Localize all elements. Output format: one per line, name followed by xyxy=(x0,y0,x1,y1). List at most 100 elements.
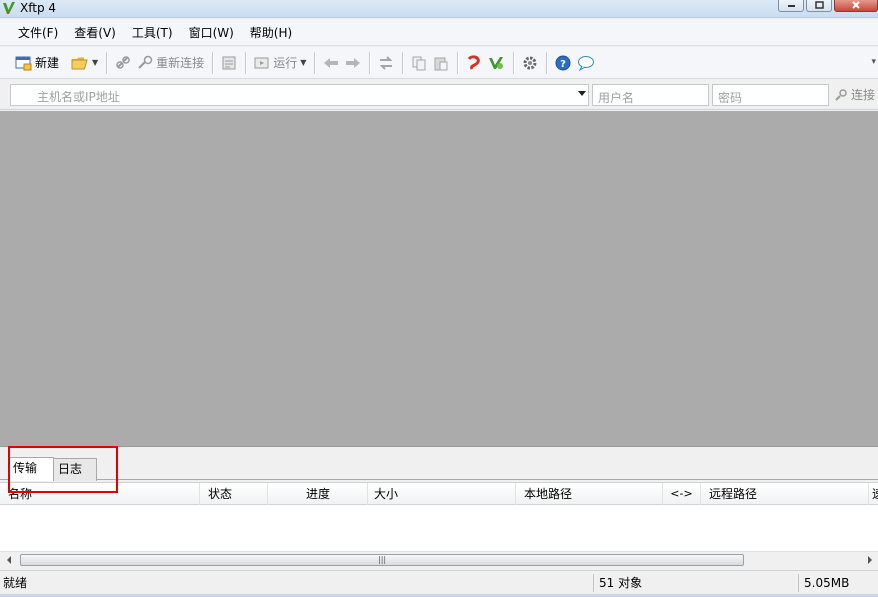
chevron-down-icon: ▼ xyxy=(300,58,307,67)
status-bar: 就绪 51 对象 5.05MB xyxy=(0,570,878,594)
transfer-list-header: 名称 状态 进度 大小 本地路径 <-> 远程路径 速 xyxy=(0,483,878,505)
chat-button[interactable] xyxy=(574,51,598,75)
menu-file[interactable]: 文件(F) xyxy=(10,20,66,46)
column-header-local-path[interactable]: 本地路径 xyxy=(516,483,663,505)
toolbar-separator xyxy=(106,51,108,74)
reconnect-button[interactable]: 重新连接 xyxy=(134,51,207,75)
close-button[interactable] xyxy=(834,0,878,12)
status-separator xyxy=(593,574,594,592)
options-button[interactable] xyxy=(519,51,541,75)
chat-bubble-icon xyxy=(578,55,595,71)
reconnect-icon xyxy=(138,55,153,69)
host-input[interactable]: 主机名或IP地址 xyxy=(10,84,589,106)
address-bar: 主机名或IP地址 用户名 密码 连接 xyxy=(0,80,878,110)
column-header-remote-path[interactable]: 远程路径 xyxy=(701,483,869,505)
host-placeholder: 主机名或IP地址 xyxy=(37,90,120,104)
scroll-right-icon[interactable] xyxy=(868,556,872,564)
session-workspace xyxy=(0,111,878,446)
toolbar-overflow-icon[interactable]: ▾ xyxy=(871,57,876,67)
chevron-down-icon: ▼ xyxy=(92,58,99,67)
new-session-label: 新建 xyxy=(35,56,60,70)
menu-bar: 文件(F) 查看(V) 工具(T) 窗口(W) 帮助(H) xyxy=(0,20,878,46)
menu-tools[interactable]: 工具(T) xyxy=(124,20,181,46)
status-ready: 就绪 xyxy=(3,576,28,590)
toolbar-separator xyxy=(457,51,459,74)
username-input[interactable]: 用户名 xyxy=(592,84,709,106)
close-icon xyxy=(852,0,860,9)
status-size: 5.05MB xyxy=(804,576,850,590)
svg-text:?: ? xyxy=(560,59,566,70)
tab-transfer-label: 传输 xyxy=(13,461,38,475)
connect-label: 连接 xyxy=(851,88,876,102)
password-placeholder: 密码 xyxy=(718,91,743,105)
maximize-button[interactable] xyxy=(806,0,832,12)
column-header-status[interactable]: 状态 xyxy=(200,483,268,505)
minimize-button[interactable] xyxy=(778,0,804,12)
open-folder-button[interactable]: ▼ xyxy=(68,51,101,75)
tab-transfer[interactable]: 传输 xyxy=(8,457,54,481)
copy-button[interactable] xyxy=(408,51,430,75)
window-title: Xftp 4 xyxy=(20,1,57,15)
status-object-count: 51 对象 xyxy=(599,576,643,590)
folder-open-icon xyxy=(71,57,88,69)
arrow-left-icon xyxy=(324,57,339,68)
transfer-panel: 日志 传输 名称 状态 进度 大小 本地路径 <-> 远程路径 速 ||| xyxy=(0,446,878,568)
back-button[interactable] xyxy=(320,51,342,75)
tab-log-label: 日志 xyxy=(58,462,83,476)
xftp-logo-icon xyxy=(3,2,15,14)
toolbar-separator xyxy=(513,51,515,74)
sync-button[interactable] xyxy=(375,51,397,75)
column-header-direction[interactable]: <-> xyxy=(663,483,701,505)
paste-button[interactable] xyxy=(430,51,452,75)
link-icon xyxy=(835,88,847,101)
menu-window[interactable]: 窗口(W) xyxy=(181,20,242,46)
tab-log[interactable]: 日志 xyxy=(53,458,97,481)
xftp-icon xyxy=(489,56,504,69)
toolbar-separator xyxy=(245,51,247,74)
xshell-button[interactable] xyxy=(463,51,485,75)
link-icon xyxy=(116,55,130,69)
toolbar-separator xyxy=(546,51,548,74)
column-header-progress[interactable]: 进度 xyxy=(268,483,368,505)
maximize-icon xyxy=(814,0,824,9)
scroll-left-icon[interactable] xyxy=(7,556,11,564)
run-button[interactable]: 运行 ▼ xyxy=(251,51,309,75)
horizontal-scrollbar[interactable]: ||| xyxy=(0,551,878,568)
disconnect-button[interactable] xyxy=(112,51,134,75)
sync-icon xyxy=(379,55,393,70)
column-header-name[interactable]: 名称 xyxy=(0,483,200,505)
reconnect-label: 重新连接 xyxy=(156,56,205,70)
run-label: 运行 xyxy=(273,56,298,70)
toolbar: 新建 ▼ 重新连接 运行 ▼ ? ▾ xyxy=(0,47,878,79)
connect-button[interactable]: 连接 xyxy=(834,86,875,103)
minimize-icon xyxy=(787,4,795,7)
status-separator xyxy=(798,574,799,592)
password-input[interactable]: 密码 xyxy=(712,84,829,106)
toolbar-separator xyxy=(212,51,214,74)
arrow-right-icon xyxy=(346,57,361,68)
properties-icon xyxy=(222,56,236,69)
properties-button[interactable] xyxy=(218,51,240,75)
paste-icon xyxy=(434,57,448,70)
xftp-button[interactable] xyxy=(485,51,508,75)
menu-help[interactable]: 帮助(H) xyxy=(242,20,300,46)
help-button[interactable]: ? xyxy=(552,51,574,75)
run-icon xyxy=(254,57,269,68)
transfer-tabstrip: 日志 传输 xyxy=(0,450,878,481)
chevron-down-icon[interactable] xyxy=(578,91,586,96)
new-session-icon xyxy=(15,56,32,70)
scrollbar-thumb[interactable]: ||| xyxy=(20,554,744,566)
transfer-list[interactable]: 名称 状态 进度 大小 本地路径 <-> 远程路径 速 xyxy=(0,482,878,551)
title-bar: Xftp 4 xyxy=(0,0,878,18)
toolbar-separator xyxy=(314,51,316,74)
xshell-icon xyxy=(468,54,481,70)
new-session-button[interactable]: 新建 xyxy=(12,51,62,75)
column-header-speed[interactable]: 速 xyxy=(869,483,878,505)
toolbar-separator xyxy=(369,51,371,74)
username-placeholder: 用户名 xyxy=(598,91,635,105)
copy-icon xyxy=(412,56,426,70)
toolbar-separator xyxy=(402,51,404,74)
column-header-size[interactable]: 大小 xyxy=(368,483,516,505)
forward-button[interactable] xyxy=(342,51,364,75)
menu-view[interactable]: 查看(V) xyxy=(66,20,124,46)
